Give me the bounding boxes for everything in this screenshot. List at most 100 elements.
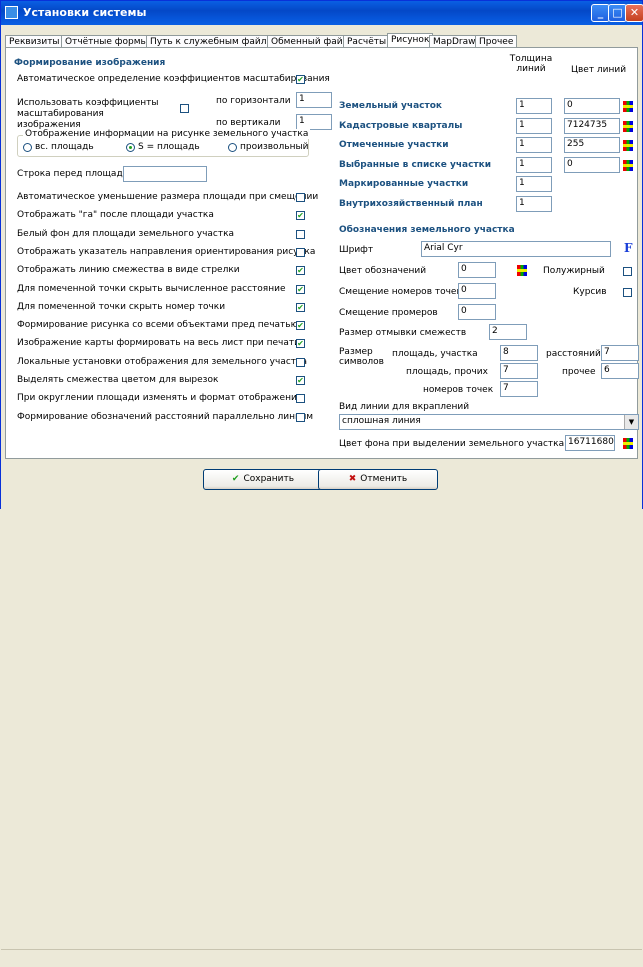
option-label: Отображать линию смежества в виде стрелк… — [17, 265, 240, 276]
option-checkbox[interactable]: ✔ — [296, 376, 305, 385]
option-checkbox[interactable]: ✔ — [296, 321, 305, 331]
bg-color-palette-icon[interactable] — [623, 438, 633, 449]
line-type-label: Вид линии для вкраплений — [339, 402, 470, 412]
horiz-input[interactable]: 1 — [296, 92, 332, 108]
bg-color-label: Цвет фона при выделении земельного участ… — [339, 439, 565, 449]
shift-points-label: Смещение номеров точек — [339, 287, 462, 297]
italic-label: Курсив — [573, 287, 607, 297]
option-label: При округлении площади изменять и формат… — [17, 393, 303, 404]
section-title-notation: Обозначения земельного участка — [339, 225, 515, 235]
close-button[interactable]: ✕ — [625, 4, 643, 22]
layer-thickness-input[interactable]: 1 — [516, 176, 552, 192]
bg-color-input[interactable]: 16711680 — [565, 435, 615, 451]
use-coeff-checkbox[interactable] — [180, 104, 189, 113]
color-label: Цвет обозначений — [339, 266, 427, 276]
dialog-footer: ✔ Сохранить ✖ Отменить — [1, 459, 642, 950]
option-label: Для помеченной точки скрыть вычисленное … — [17, 283, 286, 294]
color-palette-icon[interactable] — [623, 159, 633, 171]
option-checkbox[interactable]: ✔ — [296, 211, 305, 221]
save-button[interactable]: ✔ Сохранить — [203, 469, 323, 490]
other-label: прочее — [562, 367, 596, 377]
option-label: Отображать указатель направления ориенти… — [17, 246, 316, 257]
color-input[interactable]: 0 — [458, 262, 496, 278]
color-palette-icon[interactable] — [623, 120, 633, 132]
layer-label: Отмеченные участки — [339, 140, 449, 150]
option-checkbox[interactable] — [296, 412, 305, 422]
other-input[interactable]: 6 — [601, 363, 639, 379]
save-label: Сохранить — [243, 474, 295, 484]
radio-all-area-label: вс. площадь — [35, 142, 94, 152]
option-checkbox[interactable] — [296, 247, 305, 257]
option-label: Отображать "га" после площади участка — [17, 210, 214, 221]
layer-label: Маркированные участки — [339, 179, 469, 189]
option-checkbox[interactable] — [296, 357, 305, 367]
prefix-input[interactable] — [123, 166, 207, 182]
distances-input[interactable]: 7 — [601, 345, 639, 361]
layer-color-input[interactable]: 7124735 — [564, 117, 620, 134]
radio-s-area-label: S = площадь — [138, 142, 200, 152]
option-checkbox[interactable]: ✔ — [296, 284, 305, 294]
italic-checkbox[interactable] — [623, 288, 632, 297]
layer-thickness-input[interactable]: 1 — [516, 98, 552, 114]
app-icon — [5, 6, 18, 19]
cancel-x-icon: ✖ — [348, 474, 357, 484]
line-type-select[interactable]: сплошная линия ▼ — [339, 414, 639, 430]
line-type-value: сплошная линия — [342, 416, 421, 426]
maximize-icon: □ — [612, 6, 623, 19]
auto-scale-checkbox[interactable]: ✔ — [296, 75, 305, 84]
area-parcel-input[interactable]: 8 — [500, 345, 538, 361]
option-label: Изображение карты формировать на весь ли… — [17, 338, 300, 349]
title-bar[interactable]: Установки системы _ □ ✕ — [1, 1, 643, 25]
option-checkbox[interactable] — [296, 394, 305, 404]
layer-thickness-input[interactable]: 1 — [516, 195, 552, 212]
layer-label: Кадастровые кварталы — [339, 120, 463, 131]
radio-all-area[interactable] — [23, 143, 32, 152]
color-palette-icon[interactable] — [623, 140, 633, 151]
layer-label: Земельный участок — [339, 101, 442, 111]
bold-checkbox[interactable] — [623, 267, 632, 276]
layer-thickness-input[interactable]: 1 — [516, 137, 552, 153]
font-input[interactable]: Arial Cyr — [421, 241, 611, 257]
adj-size-label: Размер отмывки смежеств — [339, 328, 467, 338]
size-label: Размер символов — [339, 347, 384, 367]
chevron-down-icon[interactable]: ▼ — [624, 415, 638, 429]
vert-label: по вертикали — [216, 118, 281, 128]
option-checkbox[interactable] — [296, 229, 305, 239]
color-palette-icon[interactable] — [623, 101, 633, 112]
option-label: Формирование обозначений расстояний пара… — [17, 411, 314, 422]
adj-size-input[interactable]: 2 — [489, 324, 527, 340]
layer-color-input[interactable]: 255 — [564, 137, 620, 153]
horiz-label: по горизонтали — [216, 96, 291, 106]
display-group-label: Отображение информации на рисунке земель… — [23, 129, 311, 139]
layer-thickness-input[interactable]: 1 — [516, 156, 552, 173]
option-checkbox[interactable]: ✔ — [296, 302, 305, 312]
minimize-icon: _ — [597, 6, 604, 19]
auto-scale-label: Автоматическое определение коэффициентов… — [17, 74, 330, 84]
area-other-label: площадь, прочих — [406, 367, 488, 377]
layer-color-input[interactable]: 0 — [564, 156, 620, 173]
window-title: Установки системы — [23, 6, 147, 19]
settings-window: Установки системы _ □ ✕ Реквизиты Отчётн… — [0, 0, 643, 950]
option-label: Для помеченной точки скрыть номер точки — [17, 301, 226, 312]
option-label: Локальные установки отображения для земе… — [17, 356, 307, 367]
font-button[interactable]: F — [624, 241, 633, 255]
drawing-settings-panel: Формирование изображения Автоматическое … — [5, 47, 639, 459]
area-other-input[interactable]: 7 — [500, 363, 538, 379]
option-label: Формирование рисунка со всеми объектами … — [17, 320, 299, 331]
font-label: Шрифт — [339, 245, 374, 255]
radio-custom[interactable] — [228, 143, 237, 152]
cancel-button[interactable]: ✖ Отменить — [318, 469, 438, 490]
radio-s-area[interactable] — [126, 143, 135, 152]
notation-color-palette-icon[interactable] — [517, 265, 527, 276]
cancel-label: Отменить — [360, 474, 408, 484]
shift-measures-input[interactable]: 0 — [458, 304, 496, 320]
layer-color-input[interactable]: 0 — [564, 98, 620, 114]
shift-points-input[interactable]: 0 — [458, 283, 496, 299]
vert-input[interactable]: 1 — [296, 114, 332, 130]
option-checkbox[interactable]: ✔ — [296, 339, 305, 349]
option-checkbox[interactable]: ✔ — [296, 266, 305, 276]
option-checkbox[interactable] — [296, 193, 305, 202]
layer-thickness-input[interactable]: 1 — [516, 117, 552, 134]
points-input[interactable]: 7 — [500, 381, 538, 397]
layer-label: Внутрихозяйственный план — [339, 198, 483, 209]
